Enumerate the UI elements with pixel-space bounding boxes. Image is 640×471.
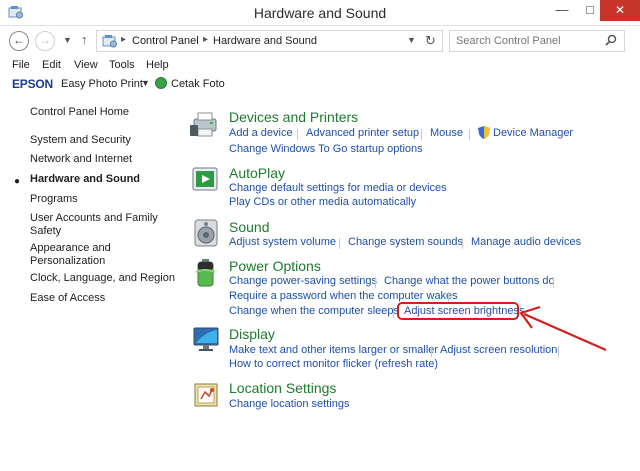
change-system-sounds-link[interactable]: Change system sounds <box>348 236 463 248</box>
link-separator <box>558 346 559 357</box>
up-arrow-icon[interactable]: ↑ <box>81 32 88 47</box>
menu-bar: File Edit View Tools Help <box>0 56 640 74</box>
display-monitor-icon[interactable] <box>193 326 221 357</box>
adjust-system-volume-link[interactable]: Adjust system volume <box>229 236 336 248</box>
address-field[interactable]: ▸ Control Panel ▸ Hardware and Sound ▼ ↻ <box>96 30 443 52</box>
sidebar-item-system-and-security[interactable]: System and Security <box>30 134 131 146</box>
title-bar: Hardware and Sound — □ ✕ <box>0 0 640 26</box>
link-separator <box>553 277 554 288</box>
brightness-highlight-box <box>397 302 519 320</box>
add-a-device-link[interactable]: Add a device <box>229 127 293 139</box>
easy-photo-print-dropdown-icon[interactable]: ▼ <box>141 78 150 88</box>
minimize-button[interactable]: — <box>548 0 576 21</box>
sidebar-item-programs[interactable]: Programs <box>30 193 78 205</box>
change-power-buttons-link[interactable]: Change what the power buttons do <box>384 275 555 287</box>
sidebar-item-clock-language-region[interactable]: Clock, Language, and Region <box>30 272 175 284</box>
menu-help[interactable]: Help <box>146 59 169 71</box>
change-location-settings-link[interactable]: Change location settings <box>229 398 349 410</box>
advanced-printer-setup-link[interactable]: Advanced printer setup <box>306 127 419 139</box>
close-button[interactable]: ✕ <box>600 0 640 21</box>
epson-toolbar: EPSON Easy Photo Print ▼ Cetak Foto <box>0 74 640 94</box>
menu-file[interactable]: File <box>12 59 30 71</box>
sidebar-item-network-and-internet[interactable]: Network and Internet <box>30 153 132 165</box>
uac-shield-icon <box>478 126 490 142</box>
play-cds-link[interactable]: Play CDs or other media automatically <box>229 196 416 208</box>
control-panel-icon <box>102 34 118 51</box>
address-dropdown-icon[interactable]: ▼ <box>407 35 416 45</box>
cetak-foto-icon <box>155 77 167 89</box>
link-separator <box>339 238 340 249</box>
location-settings-title[interactable]: Location Settings <box>229 380 336 396</box>
sidebar-item-appearance-line2[interactable]: Personalization <box>30 255 105 267</box>
link-separator <box>462 238 463 249</box>
change-computer-sleep-link[interactable]: Change when the computer sleeps <box>229 305 399 317</box>
address-bar: ← → ▼ ↑ ▸ Control Panel ▸ Hardware and S… <box>0 27 640 55</box>
location-settings-icon[interactable] <box>193 381 221 412</box>
menu-tools[interactable]: Tools <box>109 59 135 71</box>
change-default-media-settings-link[interactable]: Change default settings for media or dev… <box>229 182 447 194</box>
manage-audio-devices-link[interactable]: Manage audio devices <box>471 236 581 248</box>
recent-pages-chevron-icon[interactable]: ▼ <box>63 35 72 45</box>
breadcrumb-separator-icon: ▸ <box>203 34 209 45</box>
sound-title[interactable]: Sound <box>229 219 269 235</box>
link-separator <box>393 307 394 318</box>
power-options-title[interactable]: Power Options <box>229 258 321 274</box>
display-title[interactable]: Display <box>229 326 275 342</box>
sound-speaker-icon[interactable] <box>192 219 220 250</box>
link-separator <box>297 129 298 140</box>
devices-and-printers-title[interactable]: Devices and Printers <box>229 109 358 125</box>
sidebar-item-user-accounts[interactable]: User Accounts and Family <box>30 212 158 224</box>
back-button[interactable]: ← <box>9 31 29 51</box>
menu-view[interactable]: View <box>74 59 98 71</box>
make-text-larger-link[interactable]: Make text and other items larger or smal… <box>229 344 438 356</box>
adjust-screen-resolution-link[interactable]: Adjust screen resolution <box>440 344 557 356</box>
sidebar-item-hardware-and-sound[interactable]: Hardware and Sound <box>30 173 140 185</box>
sidebar-item-user-accounts-line2[interactable]: Safety <box>30 225 61 237</box>
search-icon[interactable] <box>605 34 617 49</box>
refresh-icon[interactable]: ↻ <box>425 33 436 49</box>
require-password-on-wake-link[interactable]: Require a password when the computer wak… <box>229 290 458 302</box>
monitor-flicker-link[interactable]: How to correct monitor flicker (refresh … <box>229 358 438 370</box>
devices-and-printers-icon[interactable] <box>190 111 222 142</box>
link-separator <box>469 129 470 140</box>
power-options-battery-icon[interactable] <box>193 258 219 291</box>
breadcrumb-control-panel[interactable]: Control Panel <box>132 35 199 47</box>
link-separator <box>431 346 432 357</box>
easy-photo-print-button[interactable]: Easy Photo Print <box>61 78 143 90</box>
sidebar-item-ease-of-access[interactable]: Ease of Access <box>30 292 105 304</box>
menu-edit[interactable]: Edit <box>42 59 61 71</box>
autoplay-title[interactable]: AutoPlay <box>229 165 285 181</box>
change-power-saving-settings-link[interactable]: Change power-saving settings <box>229 275 377 287</box>
breadcrumb-separator-icon: ▸ <box>121 34 127 45</box>
search-input[interactable] <box>449 30 625 52</box>
sidebar-item-appearance[interactable]: Appearance and <box>30 242 111 254</box>
forward-button[interactable]: → <box>35 31 55 51</box>
autoplay-icon[interactable] <box>192 167 220 196</box>
windows-to-go-startup-link[interactable]: Change Windows To Go startup options <box>229 143 423 155</box>
epson-logo: EPSON <box>12 77 54 91</box>
link-separator <box>375 277 376 288</box>
cetak-foto-button[interactable]: Cetak Foto <box>171 78 225 90</box>
window-title: Hardware and Sound <box>253 5 387 21</box>
active-item-bullet-icon: ● <box>14 176 21 187</box>
link-separator <box>421 129 422 140</box>
sidebar-control-panel-home[interactable]: Control Panel Home <box>30 106 129 118</box>
device-manager-link[interactable]: Device Manager <box>493 127 573 139</box>
breadcrumb-hardware-and-sound[interactable]: Hardware and Sound <box>213 35 317 47</box>
mouse-link[interactable]: Mouse <box>430 127 463 139</box>
